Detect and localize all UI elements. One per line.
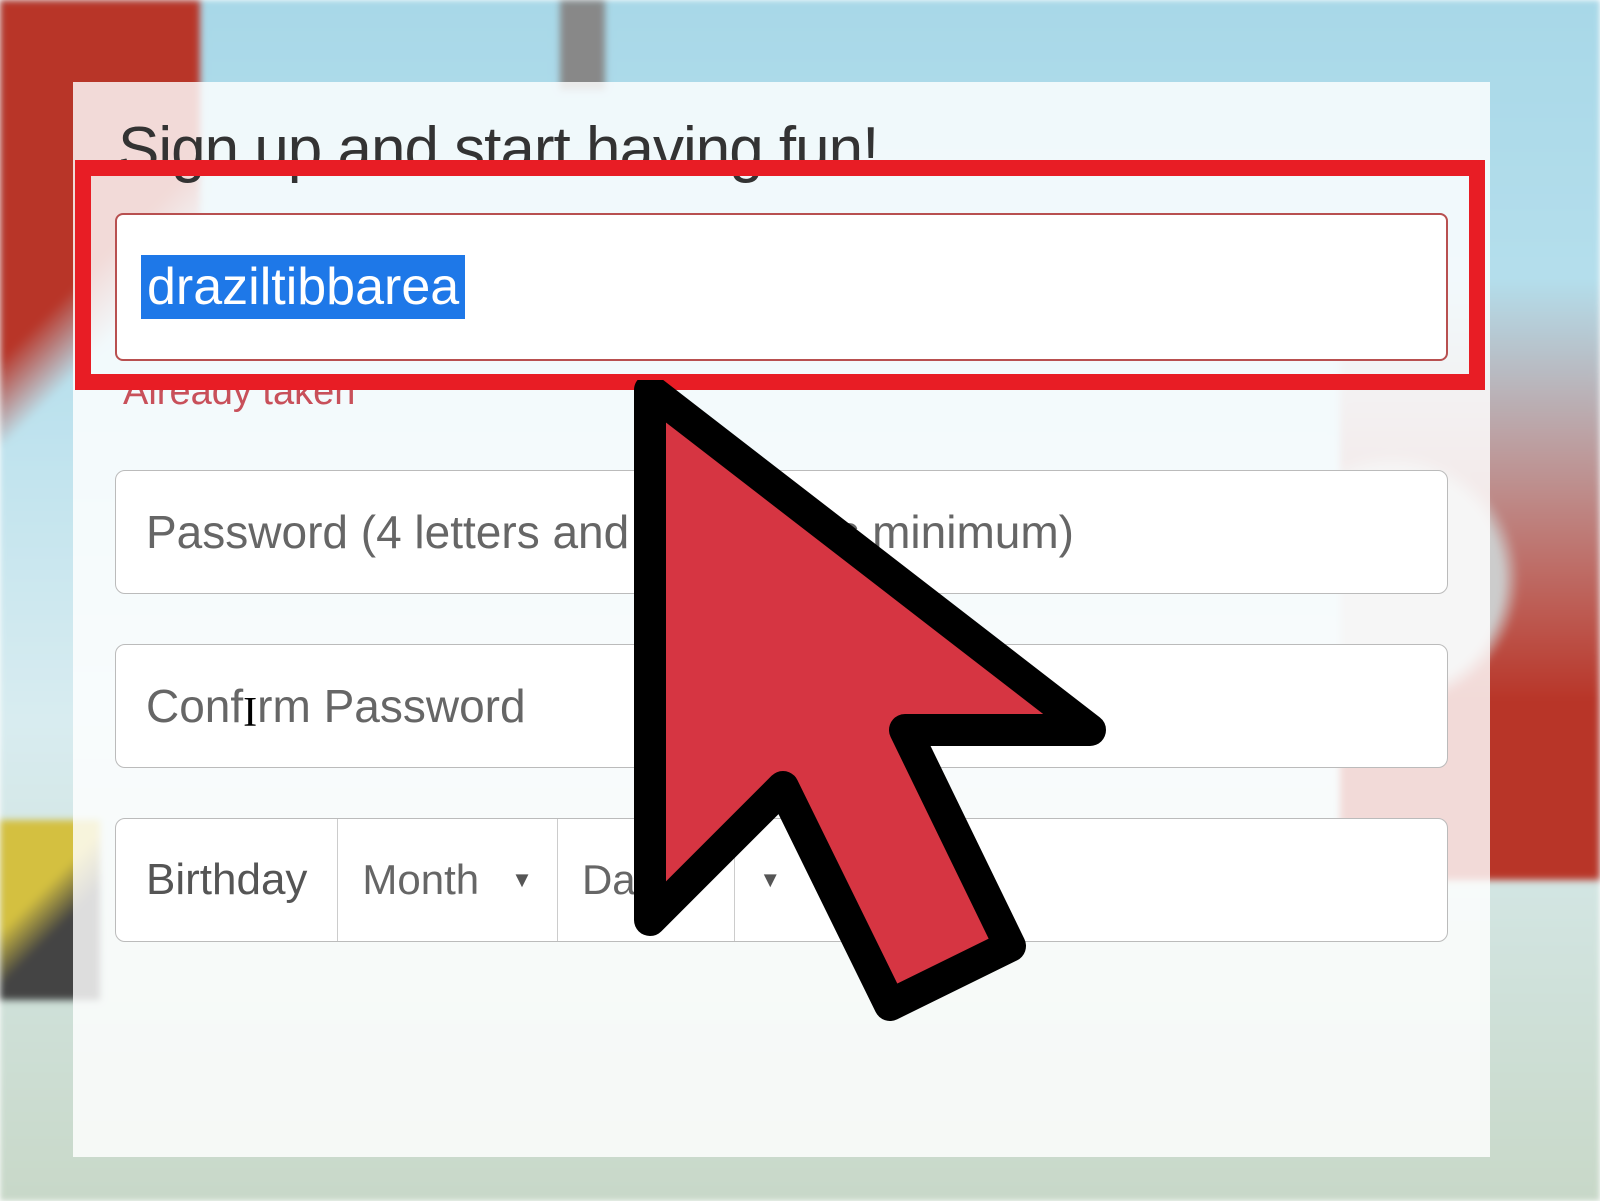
birthday-label: Birthday [116, 819, 338, 941]
chevron-down-icon: ▼ [759, 867, 781, 893]
month-label: Month [362, 856, 479, 904]
username-error: Already taken [123, 371, 1440, 422]
month-select[interactable]: Month ▼ [338, 819, 558, 941]
birthday-row: Birthday Month ▼ Day ▼ ▼ [115, 818, 1448, 942]
day-select[interactable]: Day ▼ [558, 819, 735, 941]
username-selected-text: draziltibbarea [141, 255, 465, 319]
bg-tower [560, 0, 605, 90]
form-title: Sign up and start having fun! [73, 82, 1490, 205]
confirm-password-input[interactable]: ConfIrm Password [115, 644, 1448, 768]
password-input[interactable]: Password (4 letters and 2 numbers minimu… [115, 470, 1448, 594]
text-cursor-icon: I [243, 689, 257, 737]
chevron-down-icon: ▼ [511, 867, 533, 893]
username-input[interactable]: draziltibbarea [115, 213, 1448, 361]
password-placeholder: Password (4 letters and 2 numbers minimu… [146, 505, 1074, 559]
chevron-down-icon: ▼ [689, 867, 711, 893]
signup-panel: Sign up and start having fun! draziltibb… [73, 82, 1490, 1157]
year-select[interactable]: ▼ [735, 819, 805, 941]
confirm-placeholder: ConfIrm Password [146, 679, 526, 733]
day-label: Day [582, 856, 657, 904]
